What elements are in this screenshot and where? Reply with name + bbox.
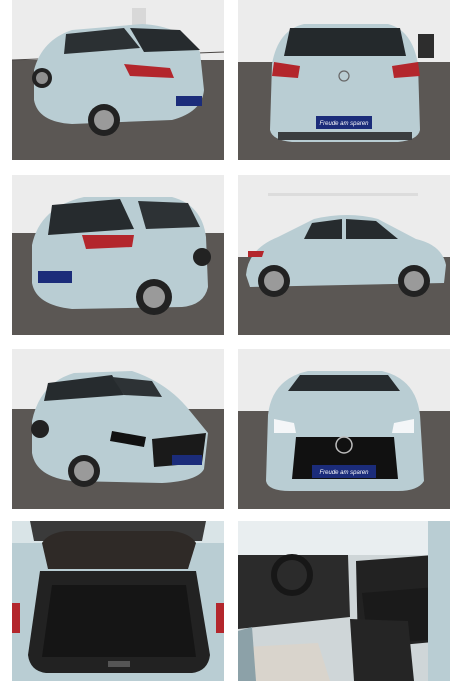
gallery-photo-4[interactable] [238,175,450,335]
car-rear-image: Freude am sparen [238,0,450,160]
car-trunk-image [12,521,224,681]
gallery-photo-6[interactable]: Freude am sparen [238,349,450,509]
car-front-three-quarter-image [12,349,224,509]
gallery-photo-1[interactable] [12,0,224,160]
license-plate-text-front: Freude am sparen [319,470,369,476]
car-side-image [238,175,450,335]
gallery-photo-3[interactable] [12,175,224,335]
car-rear-quarter-close-image [12,175,224,335]
gallery-photo-2[interactable]: Freude am sparen [238,0,450,160]
gallery-photo-8[interactable] [238,521,450,681]
license-plate-text: Freude am sparen [319,121,369,127]
car-front-image: Freude am sparen [238,349,450,509]
photo-gallery: Freude am sparen Freude am sparen [0,0,456,681]
car-rear-three-quarter-image [12,0,224,160]
gallery-photo-7[interactable] [12,521,224,681]
car-interior-image [238,521,450,681]
gallery-photo-5[interactable] [12,349,224,509]
